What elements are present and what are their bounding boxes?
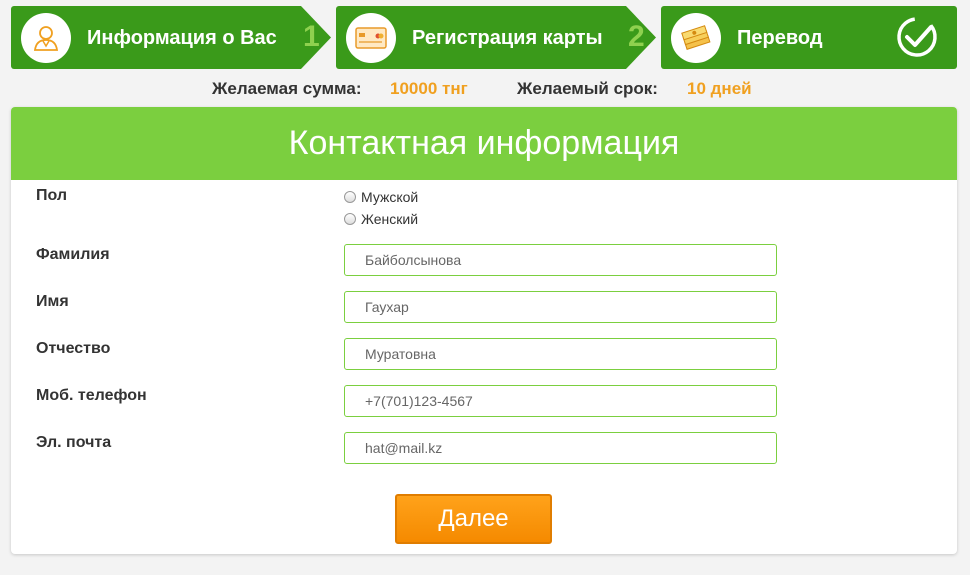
radio-button[interactable] bbox=[344, 191, 356, 203]
email-label: Эл. почта bbox=[36, 434, 112, 451]
step-card-registration-label: Регистрация карты bbox=[412, 27, 603, 49]
surname-input[interactable]: Байболсынова bbox=[344, 244, 777, 276]
step-personal-info: Информация о Вас 1 bbox=[11, 6, 331, 69]
surname-label: Фамилия bbox=[36, 246, 110, 263]
radio-label-male: Мужской bbox=[361, 189, 419, 205]
name-input[interactable]: Гаухар bbox=[344, 291, 777, 323]
step-personal-info-label: Информация о Вас bbox=[87, 27, 277, 49]
user-icon bbox=[21, 13, 71, 63]
patronymic-input[interactable]: Муратовна bbox=[344, 338, 777, 370]
patronymic-label: Отчество bbox=[36, 340, 111, 357]
step-transfer: Перевод bbox=[661, 6, 957, 69]
step-number-2: 2 bbox=[628, 20, 645, 53]
gender-radio-male[interactable]: Мужской bbox=[344, 189, 418, 205]
amount-label: Желаемая сумма: bbox=[212, 79, 362, 98]
contact-info-form: Контактная информация Пол Мужской Женски… bbox=[11, 107, 957, 554]
progress-steps: Информация о Вас 1 Регистрация карты 2 П… bbox=[0, 0, 970, 75]
form-title: Контактная информация bbox=[11, 107, 957, 180]
amount-value: 10000 тнг bbox=[390, 79, 468, 98]
gender-label: Пол bbox=[36, 187, 68, 204]
step-number-1: 1 bbox=[303, 20, 320, 53]
phone-label: Моб. телефон bbox=[36, 387, 147, 404]
loan-summary: Желаемая сумма: 10000 тнг Желаемый срок:… bbox=[0, 79, 970, 101]
step-card-registration: Регистрация карты 2 bbox=[336, 6, 656, 69]
step-transfer-label: Перевод bbox=[737, 27, 823, 49]
gender-radio-female[interactable]: Женский bbox=[344, 211, 418, 227]
next-button[interactable]: Далее bbox=[395, 494, 552, 544]
name-label: Имя bbox=[36, 293, 69, 310]
term-value: 10 дней bbox=[687, 79, 752, 98]
email-input[interactable]: hat@mail.kz bbox=[344, 432, 777, 464]
radio-button[interactable] bbox=[344, 213, 356, 225]
radio-label-female: Женский bbox=[361, 211, 419, 227]
phone-input[interactable]: +7(701)123-4567 bbox=[344, 385, 777, 417]
checkmark-icon bbox=[895, 15, 939, 64]
money-stack-icon bbox=[671, 13, 721, 63]
term-label: Желаемый срок: bbox=[517, 79, 658, 98]
credit-card-icon bbox=[346, 13, 396, 63]
